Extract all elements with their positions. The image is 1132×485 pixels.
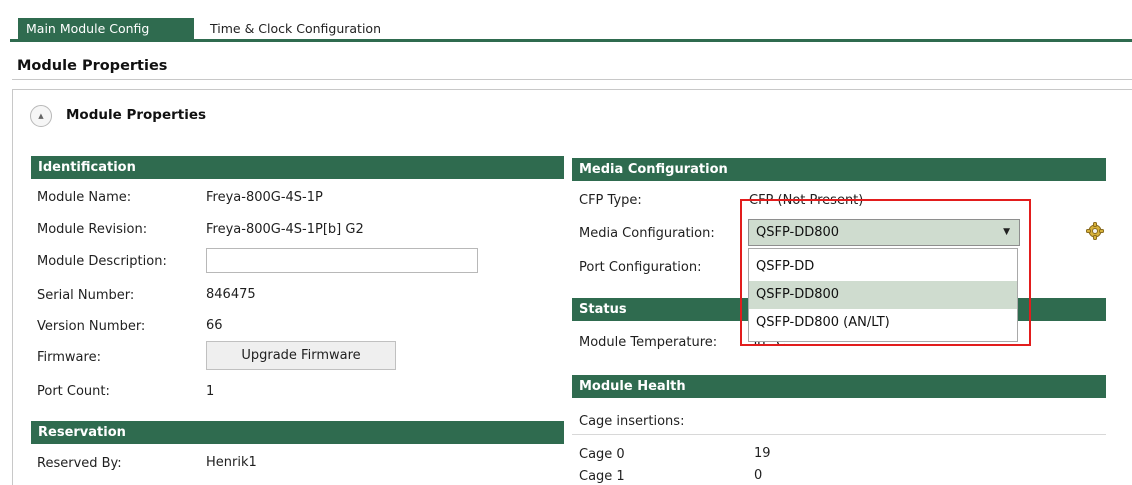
module-name-value: Freya-800G-4S-1P (206, 190, 323, 205)
cage-insertions-label: Cage insertions: (579, 414, 685, 429)
page-header: Module Properties (12, 50, 1132, 80)
section-title: Module Properties (66, 107, 207, 123)
module-revision-value: Freya-800G-4S-1P[b] G2 (206, 222, 364, 237)
collapse-section-button[interactable]: ▲ (30, 105, 52, 127)
reservation-header: Reservation (31, 421, 564, 444)
reserved-by-value: Henrik1 (206, 455, 257, 470)
cage-0-value: 19 (754, 446, 771, 461)
divider (572, 434, 1106, 435)
cfp-type-label: CFP Type: (579, 193, 642, 208)
cage-1-value: 0 (754, 468, 763, 483)
chevron-up-icon: ▲ (38, 112, 44, 120)
module-temperature-label: Module Temperature: (579, 335, 718, 350)
identification-header: Identification (31, 156, 564, 179)
cage-1-label: Cage 1 (579, 469, 625, 484)
module-description-label: Module Description: (37, 254, 167, 269)
port-count-label: Port Count: (37, 384, 110, 399)
reserved-by-label: Reserved By: (37, 456, 122, 471)
module-revision-label: Module Revision: (37, 222, 148, 237)
module-description-input[interactable] (206, 248, 478, 273)
highlight-box (740, 199, 1031, 346)
port-configuration-label: Port Configuration: (579, 260, 702, 275)
page-title: Module Properties (17, 58, 168, 74)
upgrade-firmware-button[interactable]: Upgrade Firmware (206, 341, 396, 370)
module-health-header: Module Health (572, 375, 1106, 398)
tab-strip: Main Module Config Time & Clock Configur… (10, 18, 1132, 42)
serial-number-value: 846475 (206, 287, 256, 302)
serial-number-label: Serial Number: (37, 288, 135, 303)
cage-0-label: Cage 0 (579, 447, 625, 462)
gear-icon[interactable] (1085, 221, 1105, 241)
media-configuration-label: Media Configuration: (579, 226, 715, 241)
module-name-label: Module Name: (37, 190, 132, 205)
firmware-label: Firmware: (37, 350, 101, 365)
media-configuration-header: Media Configuration (572, 158, 1106, 181)
tab-main-module-config[interactable]: Main Module Config (18, 18, 194, 39)
port-count-value: 1 (206, 384, 215, 399)
version-number-label: Version Number: (37, 319, 146, 334)
version-number-value: 66 (206, 318, 223, 333)
tab-time-clock-configuration[interactable]: Time & Clock Configuration (202, 18, 389, 39)
